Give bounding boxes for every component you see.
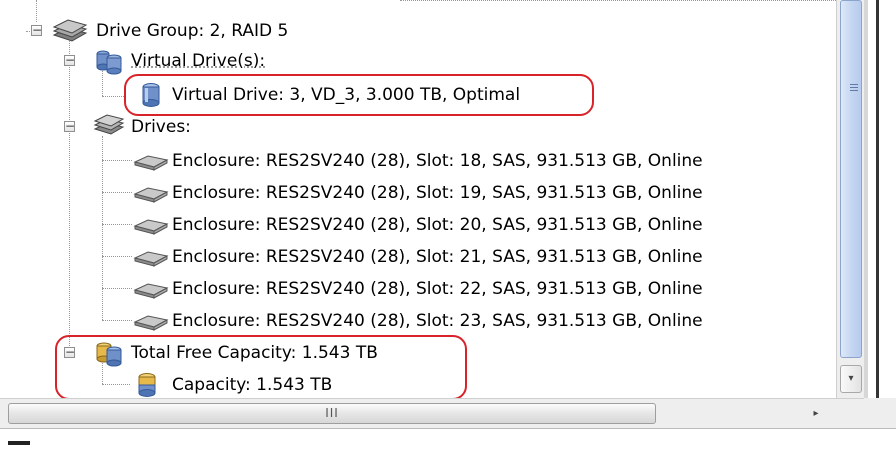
tree-node-drive[interactable]: Enclosure: RES2SV240 (28), Slot: 18, SAS…	[0, 146, 836, 176]
scrollbar-corner	[864, 398, 896, 428]
tree-node-drive[interactable]: Enclosure: RES2SV240 (28), Slot: 22, SAS…	[0, 274, 836, 304]
drive-label: Enclosure: RES2SV240 (28), Slot: 22, SAS…	[172, 274, 703, 304]
total-free-capacity-label: Total Free Capacity: 1.543 TB	[131, 338, 378, 368]
collapse-toggle[interactable]: −	[31, 25, 42, 36]
drives-folder-label: Drives:	[131, 112, 191, 142]
bottom-marker	[8, 441, 30, 445]
raid-tree-view[interactable]: − Drive Group: 2, RAID 5 − Virtual Drive…	[0, 0, 836, 398]
tree-node-virtual-drive[interactable]: Virtual Drive: 3, VD_3, 3.000 TB, Optima…	[0, 80, 600, 110]
scroll-down-button[interactable]: ▾	[840, 365, 862, 393]
tree-node-drive[interactable]: Enclosure: RES2SV240 (28), Slot: 21, SAS…	[0, 242, 836, 272]
horizontal-scroll-thumb[interactable]: III	[8, 403, 656, 424]
collapse-toggle[interactable]: −	[64, 121, 75, 132]
tree-node-drives[interactable]: − Drives:	[0, 112, 300, 142]
drive-label: Enclosure: RES2SV240 (28), Slot: 20, SAS…	[172, 210, 703, 240]
tree-node-capacity[interactable]: Capacity: 1.543 TB	[0, 370, 460, 398]
drive-label: Enclosure: RES2SV240 (28), Slot: 21, SAS…	[172, 242, 703, 272]
virtual-drive-label: Virtual Drive: 3, VD_3, 3.000 TB, Optima…	[172, 80, 520, 110]
drive-label: Enclosure: RES2SV240 (28), Slot: 18, SAS…	[172, 146, 703, 176]
grip-icon	[850, 84, 858, 85]
tree-node-drive-group[interactable]: − Drive Group: 2, RAID 5	[0, 16, 420, 46]
tree-node-drive[interactable]: Enclosure: RES2SV240 (28), Slot: 20, SAS…	[0, 210, 836, 240]
horizontal-scrollbar[interactable]: III ▸	[0, 398, 864, 428]
tree-node-total-free-capacity[interactable]: − Total Free Capacity: 1.543 TB	[0, 338, 460, 368]
tree-node-virtual-drives[interactable]: − Virtual Drive(s):	[0, 46, 420, 76]
drive-group-label: Drive Group: 2, RAID 5	[96, 16, 288, 46]
window-edge	[864, 0, 868, 398]
drive-label: Enclosure: RES2SV240 (28), Slot: 23, SAS…	[172, 306, 703, 336]
window-edge	[876, 0, 896, 398]
collapse-toggle[interactable]: −	[64, 55, 75, 66]
capacity-label: Capacity: 1.543 TB	[172, 370, 332, 398]
grip-icon	[850, 87, 858, 88]
vertical-scrollbar[interactable]: ▾	[836, 0, 864, 398]
drive-label: Enclosure: RES2SV240 (28), Slot: 19, SAS…	[172, 178, 703, 208]
scroll-right-button[interactable]: ▸	[802, 403, 830, 424]
tree-node-drive[interactable]: Enclosure: RES2SV240 (28), Slot: 19, SAS…	[0, 178, 836, 208]
collapse-toggle[interactable]: −	[64, 347, 75, 358]
tree-top-divider	[400, 0, 836, 3]
bottom-panel-edge	[0, 428, 896, 451]
vertical-scroll-thumb[interactable]	[840, 0, 862, 358]
capacity-cylinder-icon	[134, 370, 160, 398]
tree-node-drive[interactable]: Enclosure: RES2SV240 (28), Slot: 23, SAS…	[0, 306, 836, 336]
virtual-drives-folder-label: Virtual Drive(s):	[131, 46, 265, 76]
grip-icon	[850, 90, 858, 91]
